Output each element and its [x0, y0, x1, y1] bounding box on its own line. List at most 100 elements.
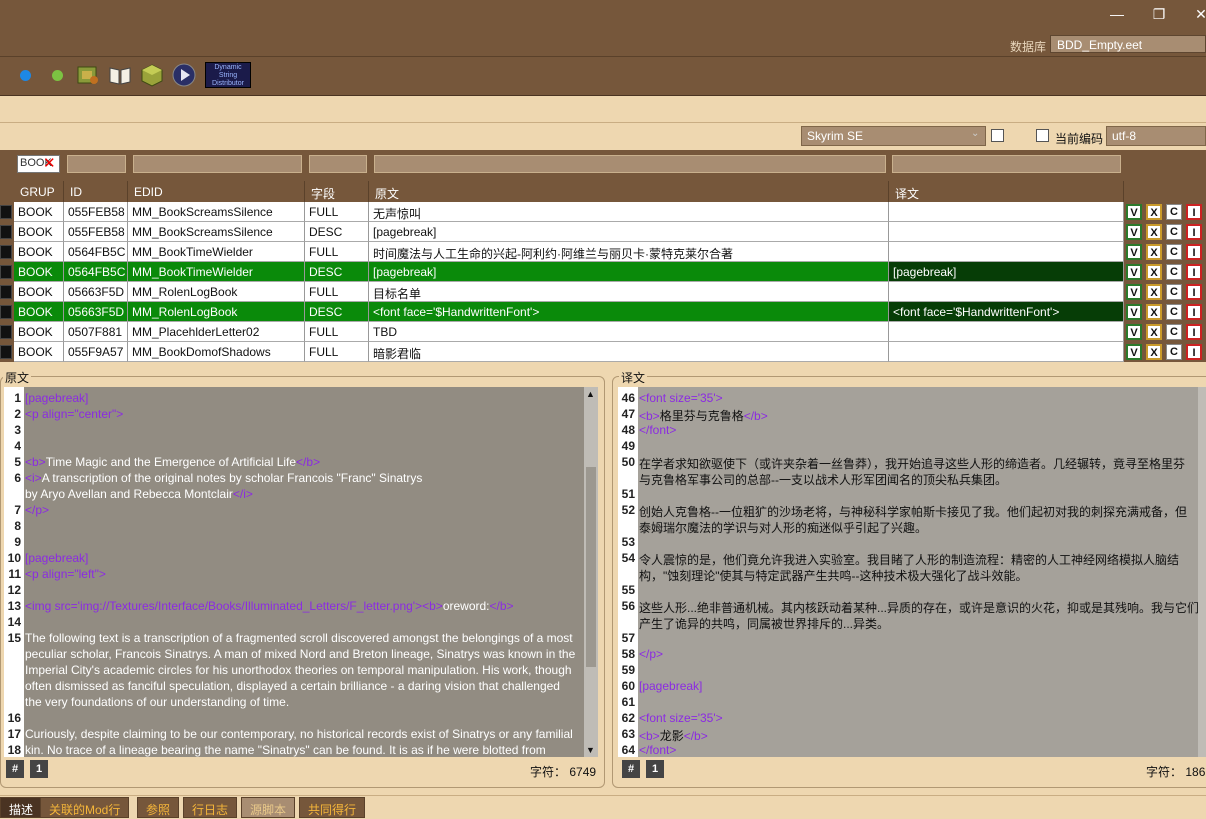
- clear-filter-icon[interactable]: ✕: [43, 154, 56, 172]
- one-button[interactable]: 1: [30, 760, 48, 778]
- source-filter-input[interactable]: [374, 155, 886, 173]
- id-filter-input[interactable]: [67, 155, 126, 173]
- scroll-up-icon[interactable]: ▲: [586, 389, 595, 399]
- reject-button[interactable]: X: [1146, 324, 1162, 340]
- validate-button[interactable]: V: [1126, 304, 1142, 320]
- blue-dot-icon[interactable]: [20, 70, 31, 81]
- copy-button[interactable]: C: [1166, 324, 1182, 340]
- info-button[interactable]: I: [1186, 264, 1202, 280]
- column-header-target[interactable]: 译文: [889, 181, 1124, 203]
- info-button[interactable]: I: [1186, 284, 1202, 300]
- source-scrollbar[interactable]: ▲ ▼: [584, 387, 598, 757]
- reject-button[interactable]: X: [1146, 224, 1162, 240]
- table-row[interactable]: BOOK 055FEB58 MM_BookScreamsSilence FULL 无声惊…: [0, 202, 1206, 222]
- close-button[interactable]: ✕: [1186, 6, 1206, 23]
- code-line: </font>: [639, 743, 676, 757]
- green-dot-icon[interactable]: [52, 70, 63, 81]
- target-scrollbar[interactable]: [1198, 387, 1206, 757]
- reject-button[interactable]: X: [1146, 344, 1162, 360]
- scroll-down-icon[interactable]: ▼: [586, 745, 595, 755]
- info-button[interactable]: I: [1186, 204, 1202, 220]
- validate-button[interactable]: V: [1126, 284, 1142, 300]
- validate-button[interactable]: V: [1126, 204, 1142, 220]
- markup-tag: <img src='img://Textures/Interface/Books…: [25, 599, 423, 613]
- line-number: 47: [621, 407, 635, 421]
- validate-button[interactable]: V: [1126, 344, 1142, 360]
- table-row[interactable]: BOOK 05663F5D MM_RolenLogBook FULL 目标名单 V X C I: [0, 282, 1206, 302]
- copy-button[interactable]: C: [1166, 204, 1182, 220]
- column-header-grup[interactable]: GRUP: [14, 181, 64, 203]
- column-header-edid[interactable]: EDID: [128, 181, 305, 203]
- reject-button[interactable]: X: [1146, 204, 1162, 220]
- validate-button[interactable]: V: [1126, 244, 1142, 260]
- info-button[interactable]: I: [1186, 324, 1202, 340]
- book-icon[interactable]: [108, 63, 132, 87]
- database-select[interactable]: BDD_Empty.eet: [1050, 35, 1206, 53]
- tab-reference[interactable]: 参照: [137, 797, 180, 818]
- cell-source: 目标名单: [369, 282, 889, 302]
- target-filter-input[interactable]: [892, 155, 1121, 173]
- copy-button[interactable]: C: [1166, 264, 1182, 280]
- code-line: <img src='img://Textures/Interface/Books…: [25, 599, 514, 613]
- game-select[interactable]: Skyrim SE: [801, 126, 986, 146]
- column-header-field[interactable]: 字段: [305, 181, 369, 203]
- play-icon[interactable]: [172, 63, 196, 87]
- copy-button[interactable]: C: [1166, 284, 1182, 300]
- encoding-select[interactable]: utf-8: [1106, 126, 1206, 146]
- cell-id: 055FEB58: [64, 202, 128, 222]
- table-row[interactable]: BOOK 0564FB5C MM_BookTimeWielder FULL 时间魔法与人…: [0, 242, 1206, 262]
- source-editor[interactable]: 1 [pagebreak] 2 <p align="center"> 3 4 5 <b>Tim…: [4, 387, 598, 757]
- hash-button[interactable]: #: [6, 760, 24, 778]
- column-header-source[interactable]: 原文: [369, 181, 889, 203]
- cell-edid: MM_BookScreamsSilence: [128, 202, 305, 222]
- one-button[interactable]: 1: [646, 760, 664, 778]
- game-checkbox[interactable]: [991, 129, 1004, 142]
- info-button[interactable]: I: [1186, 344, 1202, 360]
- info-button[interactable]: I: [1186, 304, 1202, 320]
- encoding-checkbox[interactable]: [1036, 129, 1049, 142]
- validate-button[interactable]: V: [1126, 224, 1142, 240]
- markup-tag: <b>: [25, 455, 46, 469]
- tab-description[interactable]: 描述: [0, 797, 43, 818]
- field-filter-input[interactable]: [309, 155, 367, 173]
- copy-button[interactable]: C: [1166, 244, 1182, 260]
- copy-button[interactable]: C: [1166, 344, 1182, 360]
- table-row[interactable]: BOOK 0564FB5C MM_BookTimeWielder DESC [pageb…: [0, 262, 1206, 282]
- validate-button[interactable]: V: [1126, 324, 1142, 340]
- splitter[interactable]: [0, 362, 1206, 368]
- maximize-button[interactable]: ❐: [1144, 6, 1174, 23]
- hash-button[interactable]: #: [622, 760, 640, 778]
- edid-filter-input[interactable]: [133, 155, 302, 173]
- cell-field: DESC: [305, 302, 369, 322]
- tab-line-log[interactable]: 行日志: [183, 797, 238, 818]
- cell-target: [889, 222, 1124, 242]
- tab-source-script[interactable]: 源脚本: [241, 797, 296, 818]
- scan-mods-icon[interactable]: [76, 63, 100, 87]
- text-run: Time Magic and the Emergence of Artifici…: [45, 455, 297, 469]
- reject-button[interactable]: X: [1146, 264, 1162, 280]
- dsd-button[interactable]: Dynamic String Distributor: [205, 62, 251, 88]
- line-number: 11: [8, 567, 21, 581]
- info-button[interactable]: I: [1186, 224, 1202, 240]
- reject-button[interactable]: X: [1146, 304, 1162, 320]
- column-header-id[interactable]: ID: [64, 181, 128, 203]
- code-line: </font>: [639, 423, 676, 437]
- table-row[interactable]: BOOK 0507F881 MM_PlacehlderLetter02 FULL TBD…: [0, 322, 1206, 342]
- tab-shared-lines[interactable]: 共同得行: [299, 797, 366, 818]
- validate-button[interactable]: V: [1126, 264, 1142, 280]
- scroll-thumb[interactable]: [586, 467, 596, 667]
- copy-button[interactable]: C: [1166, 304, 1182, 320]
- minimize-button[interactable]: —: [1102, 6, 1132, 22]
- copy-button[interactable]: C: [1166, 224, 1182, 240]
- info-button[interactable]: I: [1186, 244, 1202, 260]
- tab-related-mod-lines[interactable]: 关联的Mod行: [40, 797, 130, 818]
- reject-button[interactable]: X: [1146, 284, 1162, 300]
- table-row[interactable]: BOOK 055FEB58 MM_BookScreamsSilence DESC [pa…: [0, 222, 1206, 242]
- markup-tag: <b>: [639, 409, 660, 423]
- reject-button[interactable]: X: [1146, 244, 1162, 260]
- target-editor[interactable]: 46 <font size='35'> 47 <b>格里芬与克鲁格</b> 48 </fo…: [618, 387, 1206, 757]
- package-icon[interactable]: [140, 63, 164, 87]
- table-row[interactable]: BOOK 05663F5D MM_RolenLogBook DESC <font fac…: [0, 302, 1206, 322]
- cell-target: <font face='$HandwrittenFont'>: [889, 302, 1124, 322]
- table-row[interactable]: BOOK 055F9A57 MM_BookDomofShadows FULL 暗影君临 V…: [0, 342, 1206, 362]
